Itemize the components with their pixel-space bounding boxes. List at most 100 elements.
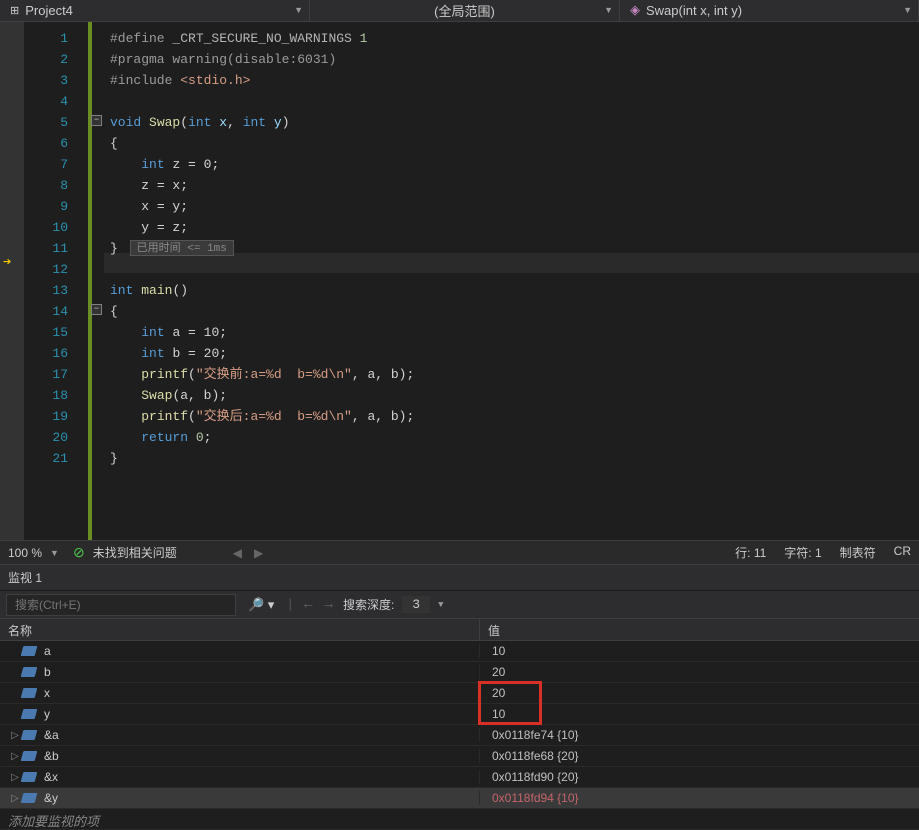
cursor-col: 字符: 1 — [784, 544, 821, 561]
watch-value-cell: 10 — [480, 707, 919, 721]
breakpoint-margin[interactable]: ➔ — [0, 22, 24, 540]
watch-search-input[interactable] — [6, 594, 236, 616]
line-ending[interactable]: CR — [894, 544, 911, 561]
watch-row[interactable]: y10 — [0, 704, 919, 725]
code-line: x = y; — [92, 196, 919, 217]
function-selector[interactable]: ◈ Swap(int x, int y) ▼ — [620, 0, 919, 21]
nav-back-icon[interactable]: ← — [302, 597, 314, 613]
variable-icon — [21, 793, 38, 803]
next-issue-icon[interactable]: ▶ — [248, 546, 269, 560]
line-number: 5 — [24, 112, 88, 133]
chevron-down-icon[interactable]: ▼ — [44, 548, 65, 558]
prev-issue-icon[interactable]: ◀ — [227, 546, 248, 560]
code-line — [92, 91, 919, 112]
watch-name-cell: ▷&a — [0, 728, 480, 742]
variable-icon — [21, 646, 38, 656]
code-line: return 0; — [92, 427, 919, 448]
variable-name: &y — [44, 791, 58, 805]
watch-row[interactable]: x 20 — [0, 683, 919, 704]
watch-name-cell: x — [0, 686, 480, 700]
variable-icon — [21, 730, 38, 740]
line-number: 3 — [24, 70, 88, 91]
watch-value-cell: 20 — [480, 686, 919, 700]
chevron-down-icon: ▼ — [604, 5, 613, 15]
code-line: int b = 20; — [92, 343, 919, 364]
chevron-down-icon: ▼ — [294, 5, 303, 15]
watch-row[interactable]: ▷&x0x0118fd90 {20} — [0, 767, 919, 788]
code-line: int main() — [92, 280, 919, 301]
variable-icon — [21, 688, 38, 698]
perf-timing-badge[interactable]: 已用时间 <= 1ms — [130, 240, 234, 256]
watch-row[interactable]: ▷&y0x0118fd94 {10} — [0, 788, 919, 809]
code-line: #define _CRT_SECURE_NO_WARNINGS 1 — [92, 28, 919, 49]
fold-toggle[interactable]: − — [91, 115, 102, 126]
line-number: 2 — [24, 49, 88, 70]
code-content[interactable]: − − #define _CRT_SECURE_NO_WARNINGS 1 #p… — [88, 22, 919, 540]
watch-columns-header: 名称 值 — [0, 619, 919, 641]
line-number: 4 — [24, 91, 88, 112]
zoom-level[interactable]: 100 % — [8, 546, 42, 560]
code-line: #pragma warning(disable:6031) — [92, 49, 919, 70]
watch-name-cell: ▷&x — [0, 770, 480, 784]
line-number: 7 — [24, 154, 88, 175]
project-icon: ⊞ — [10, 4, 19, 17]
execution-arrow-icon: ➔ — [3, 254, 11, 271]
code-line: { — [92, 133, 919, 154]
project-selector[interactable]: ⊞ Project4 ▼ — [0, 0, 310, 21]
line-number-gutter: 1 2 3 4 5 6 7 8 9 10 11 12 13 14 15 16 1… — [24, 22, 88, 540]
watch-row[interactable]: b20 — [0, 662, 919, 683]
code-line: int a = 10; — [92, 322, 919, 343]
code-line: } 已用时间 <= 1ms — [92, 238, 919, 259]
depth-label: 搜索深度: — [343, 596, 394, 613]
line-number: 6 — [24, 133, 88, 154]
function-name: Swap(int x, int y) — [646, 3, 742, 18]
watch-toolbar: 🔎 ▾ | ← → 搜索深度: 3 ▼ — [0, 591, 919, 619]
scope-label: (全局范围) — [434, 1, 495, 20]
watch-row[interactable]: ▷&a0x0118fe74 {10} — [0, 725, 919, 746]
editor-status-bar: 100 % ▼ ⊘ 未找到相关问题 ◀ ▶ 行: 11 字符: 1 制表符 CR — [0, 540, 919, 564]
line-number: 8 — [24, 175, 88, 196]
line-number: 19 — [24, 406, 88, 427]
cursor-line: 行: 11 — [735, 544, 766, 561]
search-button[interactable]: 🔎 ▾ — [244, 595, 278, 615]
watch-panel: 监视 1 🔎 ▾ | ← → 搜索深度: 3 ▼ 名称 值 a10b20x20y… — [0, 564, 919, 830]
watch-name-cell: y — [0, 707, 480, 721]
line-number: 10 — [24, 217, 88, 238]
line-number: 18 — [24, 385, 88, 406]
code-line: #include <stdio.h> — [92, 70, 919, 91]
col-header-value[interactable]: 值 — [480, 619, 919, 640]
watch-value-cell: 0x0118fd90 {20} — [480, 770, 919, 784]
code-line: printf("交换前:a=%d b=%d\n", a, b); — [92, 364, 919, 385]
code-line: Swap(a, b); — [92, 385, 919, 406]
variable-name: &b — [44, 749, 59, 763]
line-number: 13 — [24, 280, 88, 301]
method-icon: ◈ — [630, 2, 640, 18]
check-icon: ⊘ — [73, 544, 85, 561]
top-navigation: ⊞ Project4 ▼ (全局范围) ▼ ◈ Swap(int x, int … — [0, 0, 919, 22]
code-line: } — [92, 448, 919, 469]
fold-toggle[interactable]: − — [91, 304, 102, 315]
depth-value[interactable]: 3 — [402, 596, 430, 613]
variable-name: x — [44, 686, 50, 700]
col-header-name[interactable]: 名称 — [0, 619, 480, 640]
add-watch-input[interactable]: 添加要监视的项 — [0, 809, 919, 830]
issues-status[interactable]: 未找到相关问题 — [93, 544, 177, 561]
watch-value-cell: 20 — [480, 665, 919, 679]
chevron-down-icon[interactable]: ▼ — [438, 600, 443, 610]
code-editor: ➔ 1 2 3 4 5 6 7 8 9 10 11 12 13 14 15 16… — [0, 22, 919, 540]
watch-row[interactable]: a10 — [0, 641, 919, 662]
variable-name: &x — [44, 770, 58, 784]
line-number: 20 — [24, 427, 88, 448]
variable-icon — [21, 751, 38, 761]
chevron-down-icon: ▼ — [903, 5, 912, 15]
watch-value-cell: 0x0118fd94 {10} — [480, 791, 919, 805]
code-line: printf("交换后:a=%d b=%d\n", a, b); — [92, 406, 919, 427]
scope-selector[interactable]: (全局范围) ▼ — [310, 0, 620, 21]
indent-mode[interactable]: 制表符 — [840, 544, 876, 561]
variable-icon — [21, 667, 38, 677]
watch-name-cell: ▷&b — [0, 749, 480, 763]
watch-value-cell: 0x0118fe74 {10} — [480, 728, 919, 742]
watch-row[interactable]: ▷&b0x0118fe68 {20} — [0, 746, 919, 767]
nav-forward-icon[interactable]: → — [323, 597, 335, 613]
code-line: z = x; — [92, 175, 919, 196]
